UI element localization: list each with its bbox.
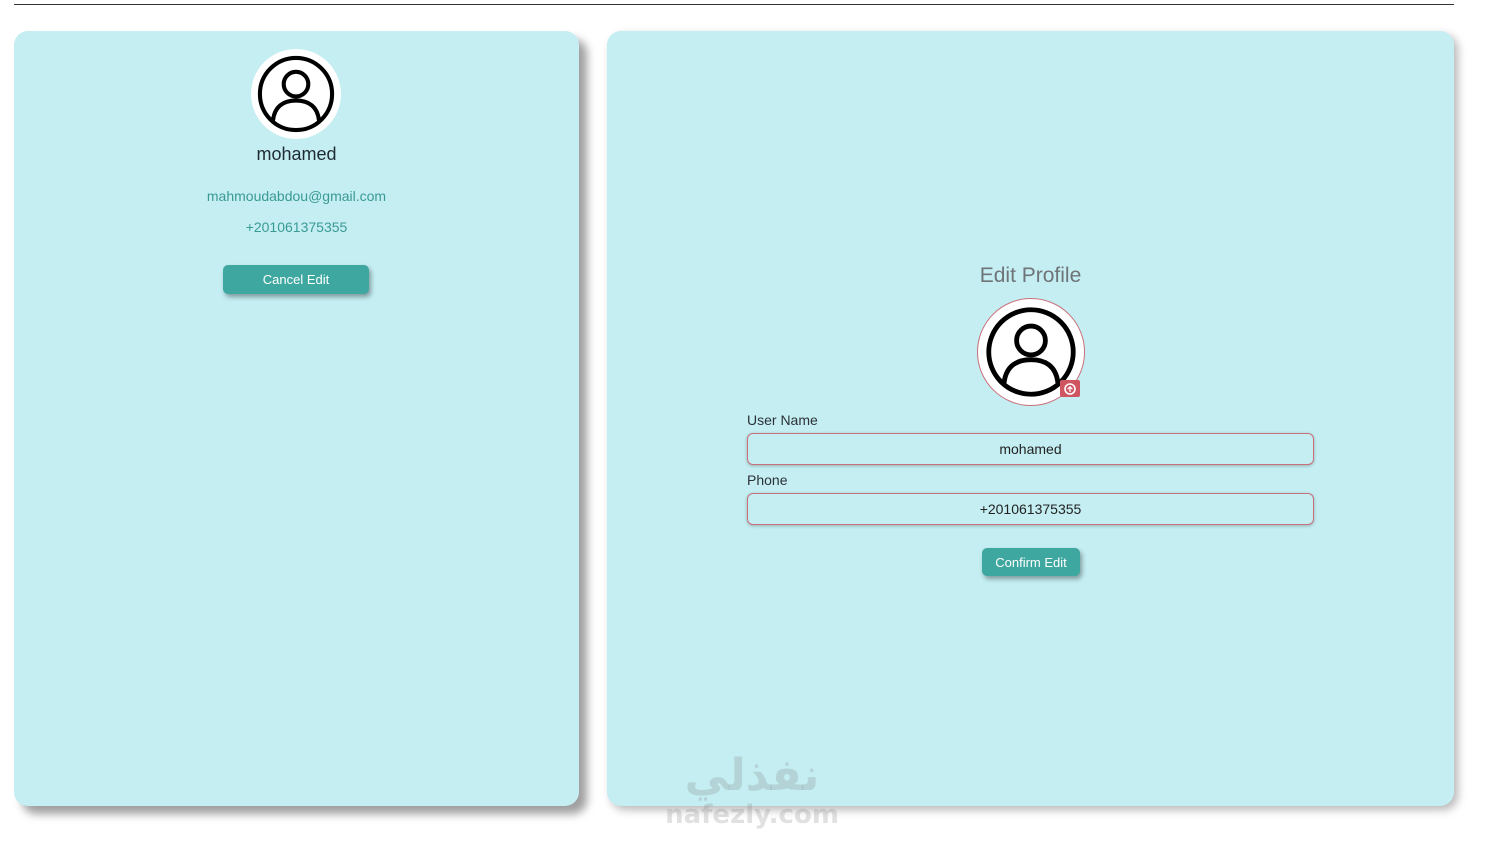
profile-phone: +201061375355 (245, 219, 348, 235)
username-input[interactable] (747, 433, 1314, 465)
phone-input[interactable] (747, 493, 1314, 525)
user-circle-icon (257, 55, 335, 133)
camera-upload-button[interactable] (1060, 380, 1080, 397)
watermark-latin: nafezly.com (665, 800, 839, 830)
phone-label: Phone (747, 472, 788, 488)
watermark-arabic: نفذلي (684, 750, 820, 801)
edit-profile-title: Edit Profile (979, 264, 1082, 287)
profile-name: mohamed (256, 144, 337, 164)
top-divider (14, 4, 1454, 5)
camera-upload-icon (1064, 383, 1076, 395)
profile-email: mahmoudabdou@gmail.com (206, 188, 387, 204)
watermark: نفذلي nafezly.com (652, 750, 852, 831)
profile-avatar (251, 49, 341, 139)
confirm-edit-button[interactable]: Confirm Edit (982, 548, 1080, 576)
username-label: User Name (747, 412, 818, 428)
profile-card: mohamed mahmoudabdou@gmail.com +20106137… (14, 31, 579, 806)
edit-profile-card: Edit Profile User Name Phone Confirm Edi… (607, 31, 1454, 806)
cancel-edit-button[interactable]: Cancel Edit (223, 265, 369, 294)
